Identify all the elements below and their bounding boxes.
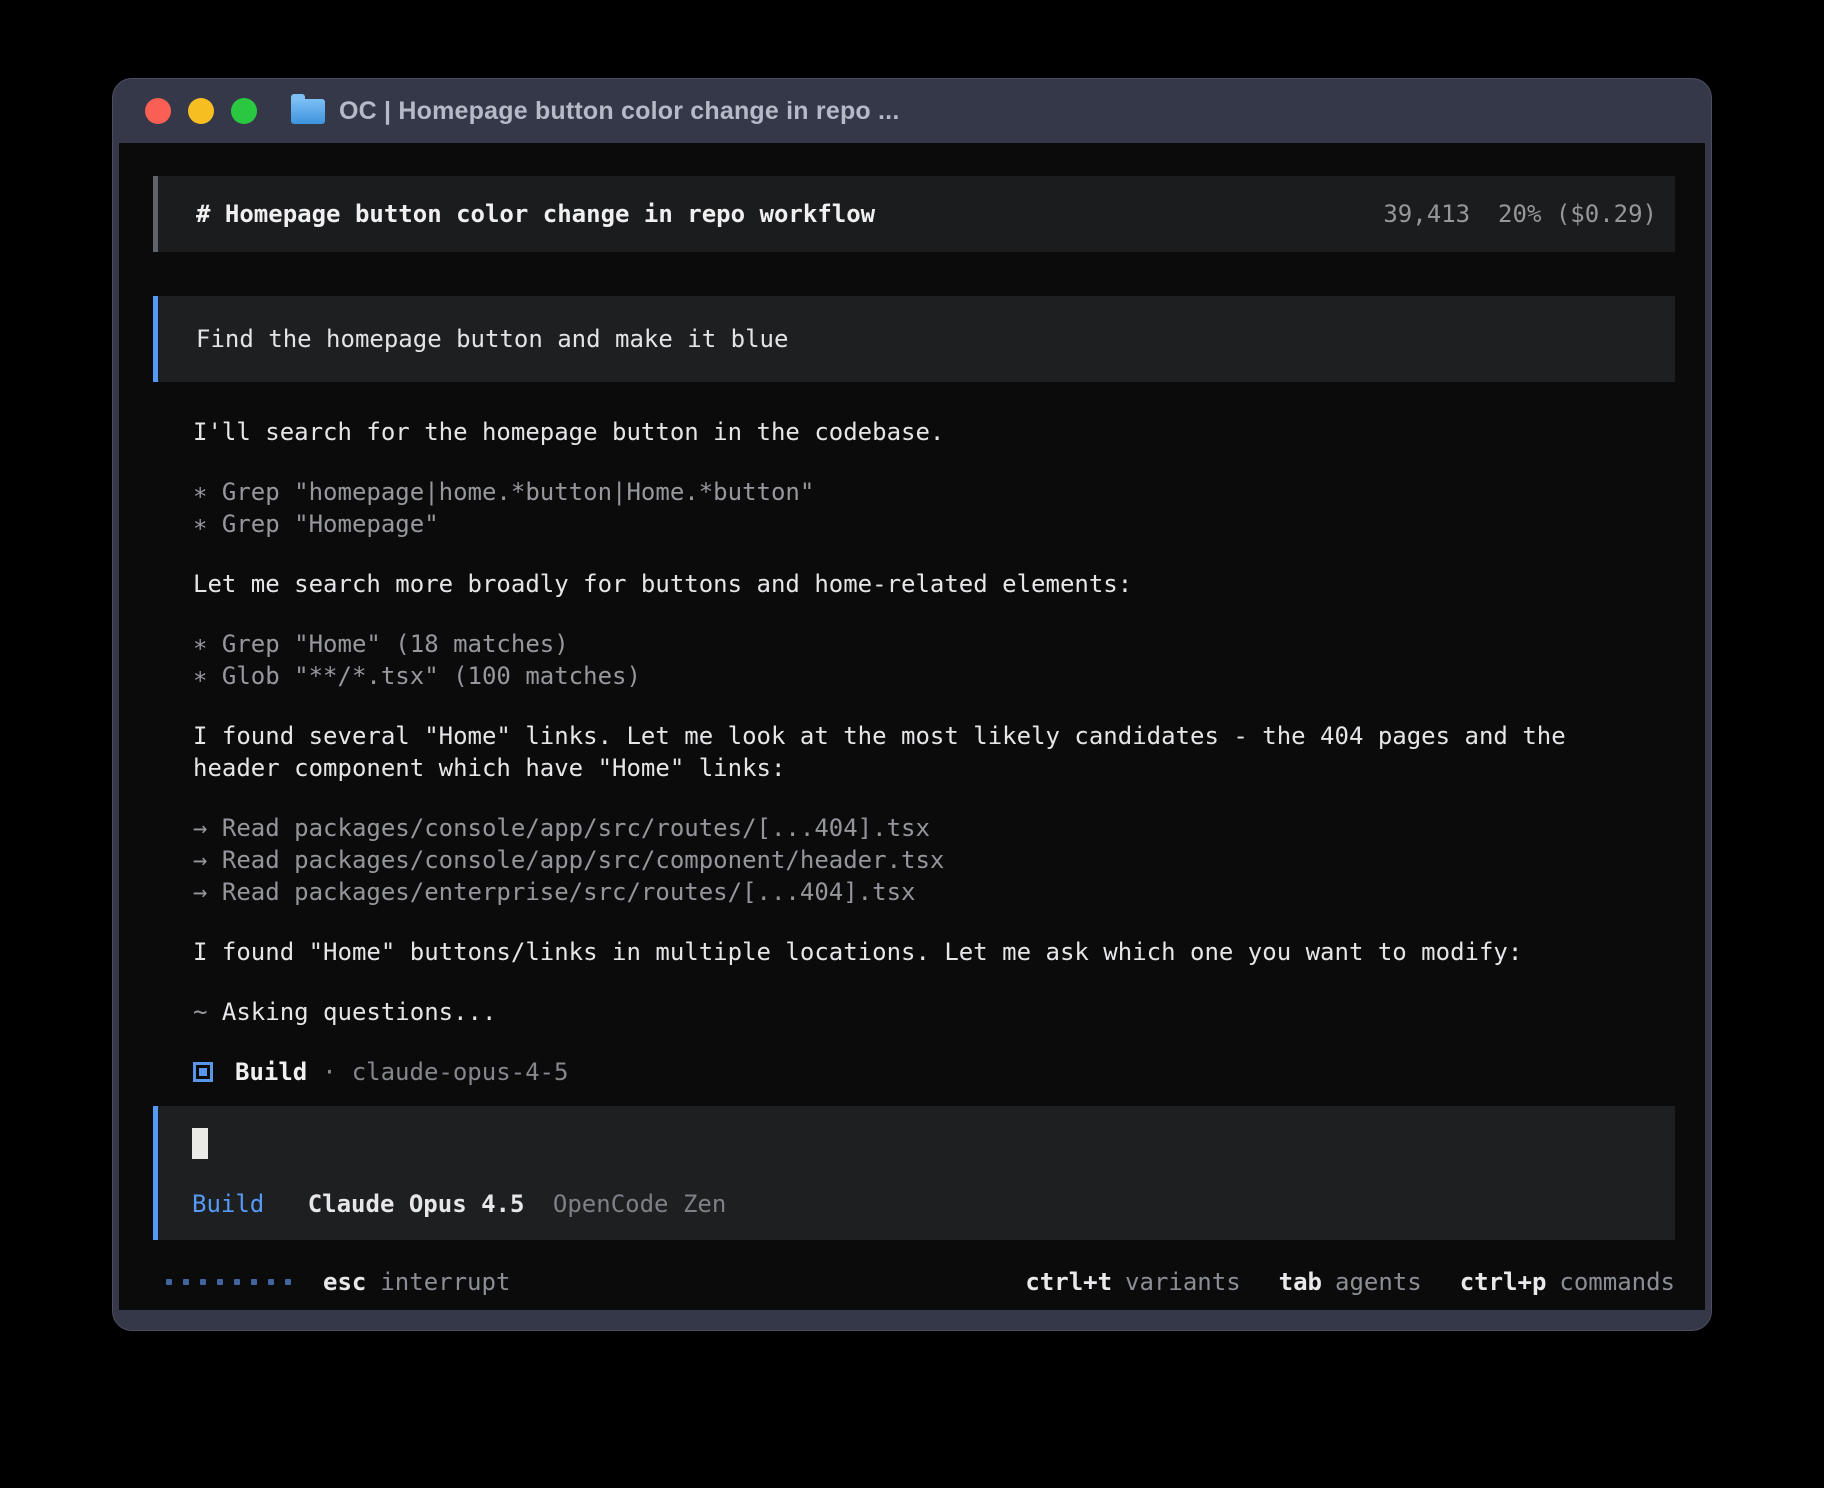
folder-icon <box>291 99 325 124</box>
agent-model: claude-opus-4-5 <box>352 1056 569 1088</box>
tool-call-group: → Read packages/console/app/src/routes/[… <box>193 812 1675 908</box>
terminal-content: # Homepage button color change in repo w… <box>119 143 1705 1310</box>
input-agent-label[interactable]: Build <box>192 1190 264 1218</box>
session-header: # Homepage button color change in repo w… <box>153 176 1675 252</box>
tool-call-group: ∗ Grep "Home" (18 matches) ∗ Glob "**/*.… <box>193 628 1675 692</box>
tool-call-glob: ∗ Glob "**/*.tsx" (100 matches) <box>193 660 1675 692</box>
window-title: OC | Homepage button color change in rep… <box>339 97 899 126</box>
token-count: 39,413 <box>1383 198 1470 230</box>
tool-call-read: → Read packages/console/app/src/routes/[… <box>193 812 1675 844</box>
window-titlebar[interactable]: OC | Homepage button color change in rep… <box>119 79 1705 143</box>
hint-variants: ctrl+tvariants <box>1025 1266 1240 1298</box>
assistant-text: I found several "Home" links. Let me loo… <box>193 720 1675 784</box>
minimize-button[interactable] <box>188 98 214 124</box>
tilde-prefix: ~ <box>193 998 207 1026</box>
esc-action-label: interrupt <box>380 1266 510 1298</box>
status-bar: esc interrupt ctrl+tvariants tabagents c… <box>153 1266 1675 1298</box>
assistant-text: I found "Home" buttons/links in multiple… <box>193 936 1675 968</box>
input-model-label[interactable]: Claude Opus 4.5 <box>308 1190 525 1218</box>
fullscreen-button[interactable] <box>231 98 257 124</box>
close-button[interactable] <box>145 98 171 124</box>
prompt-input[interactable]: Build Claude Opus 4.5 OpenCode Zen <box>153 1106 1675 1240</box>
active-agent-icon <box>193 1062 213 1082</box>
tool-call-read: → Read packages/enterprise/src/routes/[.… <box>193 876 1675 908</box>
hint-agents: tabagents <box>1279 1266 1422 1298</box>
agent-badge: Build · claude-opus-4-5 <box>193 1056 1675 1088</box>
tool-call-group: ∗ Grep "homepage|home.*button|Home.*butt… <box>193 476 1675 540</box>
tool-call-grep: ∗ Grep "homepage|home.*button|Home.*butt… <box>193 476 1675 508</box>
hint-commands: ctrl+pcommands <box>1460 1266 1675 1298</box>
input-meta: Build Claude Opus 4.5 OpenCode Zen <box>192 1188 1675 1220</box>
assistant-response: I'll search for the homepage button in t… <box>153 416 1675 1088</box>
input-provider-label: OpenCode Zen <box>553 1190 726 1218</box>
window-controls <box>145 98 257 124</box>
text-cursor <box>192 1128 208 1159</box>
keyboard-hints: ctrl+tvariants tabagents ctrl+pcommands <box>1025 1266 1675 1298</box>
assistant-text: Let me search more broadly for buttons a… <box>193 568 1675 600</box>
status-line-asking: ~ Asking questions... <box>193 996 1675 1028</box>
user-message-text: Find the homepage button and make it blu… <box>196 323 788 355</box>
tool-call-read: → Read packages/console/app/src/componen… <box>193 844 1675 876</box>
session-title: # Homepage button color change in repo w… <box>196 198 875 230</box>
tool-call-grep: ∗ Grep "Homepage" <box>193 508 1675 540</box>
spinner-dots <box>166 1279 291 1285</box>
agent-name: Build <box>235 1056 307 1088</box>
esc-key-hint: esc <box>323 1266 366 1298</box>
tool-call-grep: ∗ Grep "Home" (18 matches) <box>193 628 1675 660</box>
terminal-window: OC | Homepage button color change in rep… <box>112 78 1712 1331</box>
separator-dot: · <box>322 1056 336 1088</box>
user-message: Find the homepage button and make it blu… <box>153 296 1675 382</box>
session-stats: 39,413 20% ($0.29) <box>1383 198 1657 230</box>
assistant-text: I'll search for the homepage button in t… <box>193 416 1675 448</box>
context-usage: 20% ($0.29) <box>1498 198 1657 230</box>
